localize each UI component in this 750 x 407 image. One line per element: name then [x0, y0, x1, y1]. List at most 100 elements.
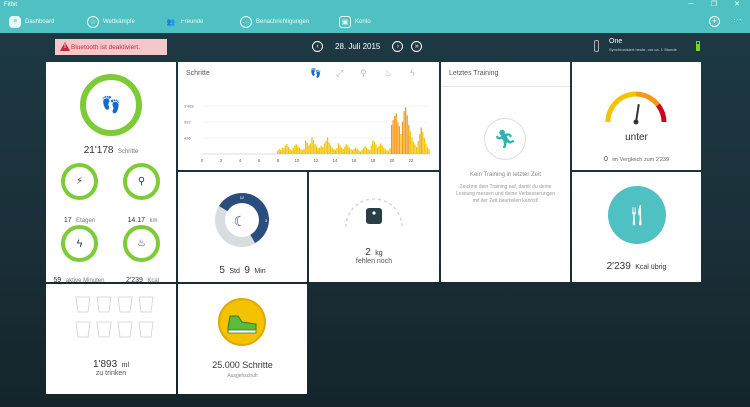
footsteps-icon: 👣 [101, 97, 121, 114]
water-value: 1'893 [93, 359, 118, 370]
chart-bar [337, 143, 340, 154]
chart-bar [316, 145, 318, 154]
chart-bar [353, 148, 355, 154]
water-caption: zu trinken [95, 370, 127, 377]
chart-bar [422, 132, 424, 154]
close-button[interactable]: ✕ [730, 0, 744, 10]
chart-bar [280, 150, 282, 154]
chart-bar [276, 151, 279, 154]
chart-bar [392, 120, 394, 154]
nav-dashboard[interactable]: ≡ Dashboard [9, 14, 54, 29]
chart-bar [420, 127, 422, 154]
calorie-balance-tile[interactable]: unter 0 im Vergleich zum 2'239 [572, 62, 701, 170]
floors-ring[interactable]: ⚡︎ [61, 163, 98, 200]
calories-value: 2'239 [125, 277, 143, 284]
chart-bar [364, 146, 366, 154]
chart-bar [409, 131, 411, 154]
chart-bar [334, 150, 336, 154]
active-minutes-ring[interactable]: ϟ [61, 225, 98, 262]
food-tile[interactable]: 🍴︎ 2'239 Kcal übrig [572, 172, 701, 282]
weight-value: 2 [365, 247, 371, 258]
x-tick-label: 20 [390, 158, 395, 163]
nav-account[interactable]: ▣ Konto [339, 14, 371, 29]
svg-text:☾: ☾ [234, 214, 247, 230]
y-tick-label: 1'488 [184, 104, 194, 109]
today-button[interactable]: » [411, 40, 423, 52]
bolt-icon: ϟ [76, 237, 83, 250]
nav-friends[interactable]: 👥 Freunde [165, 14, 204, 29]
chart-bar [317, 148, 319, 154]
chart-bar [423, 137, 425, 154]
chart-bar [342, 149, 344, 154]
chart-bar [328, 142, 330, 154]
nav-challenges[interactable]: ☆ Wettkämpfe [87, 14, 135, 29]
chart-bar [380, 143, 382, 154]
x-tick-label: 0 [201, 158, 204, 163]
chart-bar [405, 107, 407, 154]
chart-bar [350, 149, 352, 154]
calories-left: 2'239 Kcal übrig [572, 256, 701, 274]
x-tick-label: 8 [277, 158, 280, 163]
steps-chart-tile[interactable]: Schritte 👣 ⤢ ⚲ ♨ ϟ 1'488 992 496 0 2 4 6 8 10 12 1… [178, 62, 439, 170]
chart-bar [292, 147, 294, 154]
stairs-icon: ⚡︎ [75, 176, 84, 187]
badge-tile[interactable]: 25.000 Schritte Ausgehschuh [178, 284, 307, 394]
last-training-tile[interactable]: Letztes Training 🏃︎ Kein Training in let… [441, 62, 570, 282]
chat-icon: … [240, 15, 252, 28]
floors-value: 17 [63, 217, 72, 224]
steps-tile[interactable]: 👣 21'178 Schritte ⚡︎ 17 Etagen ⚲ 14.17 k… [46, 62, 176, 284]
chart-bar [401, 121, 404, 154]
chart-bar [389, 148, 391, 154]
chart-bar [400, 134, 402, 154]
gauge-value: 0 [603, 156, 608, 163]
distance-unit: km [149, 218, 158, 224]
chart-bar [359, 151, 361, 154]
x-tick-label: 16 [352, 158, 357, 163]
add-button[interactable]: + [709, 16, 720, 27]
steps-chart: 1'488 992 496 0 2 4 6 8 10 12 14 16 18 20 22 [184, 104, 430, 163]
maximize-button[interactable]: ❐ [707, 0, 721, 10]
chart-bar [320, 145, 322, 154]
chart-bar [378, 145, 380, 154]
calories-ring[interactable]: ♨ [123, 225, 160, 262]
sleep-duration: 5 Std 9 Min [178, 260, 307, 278]
weight-unit: kg [375, 250, 383, 257]
chart-bar [408, 124, 410, 154]
nav-notifications[interactable]: … Benachrichtigungen [240, 14, 309, 29]
chart-bar [395, 113, 397, 154]
minimize-button[interactable]: ─ [684, 0, 698, 10]
chart-bar [301, 150, 304, 154]
chart-bar [362, 148, 365, 154]
chart-bar [375, 144, 377, 154]
chart-bar [419, 134, 421, 154]
chart-bar [311, 137, 313, 154]
prev-day-button[interactable]: ‹ [312, 40, 323, 52]
chart-bar [319, 147, 321, 154]
chart-bar [367, 148, 369, 154]
more-button[interactable]: ··· [733, 14, 742, 24]
chart-bar [417, 141, 419, 154]
nav-challenges-label: Wettkämpfe [103, 18, 135, 25]
next-day-button[interactable]: › [392, 40, 404, 52]
chart-bar [284, 145, 287, 154]
chart-bar [326, 137, 329, 154]
y-tick-label: 992 [184, 120, 191, 125]
bluetooth-alert[interactable]: ! Bluetooth ist deaktiviert. [55, 39, 167, 55]
location-pin-icon: ⚲ [137, 176, 146, 187]
chart-bar [425, 143, 427, 154]
gauge-unit: im Vergleich zum 2'239 [612, 157, 670, 163]
nav-friends-label: Freunde [181, 18, 204, 25]
chart-bar [426, 147, 429, 154]
sleep-tile[interactable]: ☾ 12 3 5 Std 9 Min [178, 172, 307, 282]
water-tile[interactable]: 1'893 ml zu trinken [46, 284, 176, 394]
chart-bar [365, 147, 368, 154]
chart-bar [356, 148, 358, 154]
weight-tile[interactable]: 2 kg fehlen noch [309, 172, 439, 282]
flame-icon: ♨ [137, 238, 146, 249]
sleep-minutes-unit: Min [254, 268, 266, 275]
chart-bar [305, 140, 307, 154]
chart-bar [286, 144, 288, 154]
chart-bar [406, 115, 408, 154]
chart-bar [369, 150, 371, 154]
distance-ring[interactable]: ⚲ [123, 163, 160, 200]
